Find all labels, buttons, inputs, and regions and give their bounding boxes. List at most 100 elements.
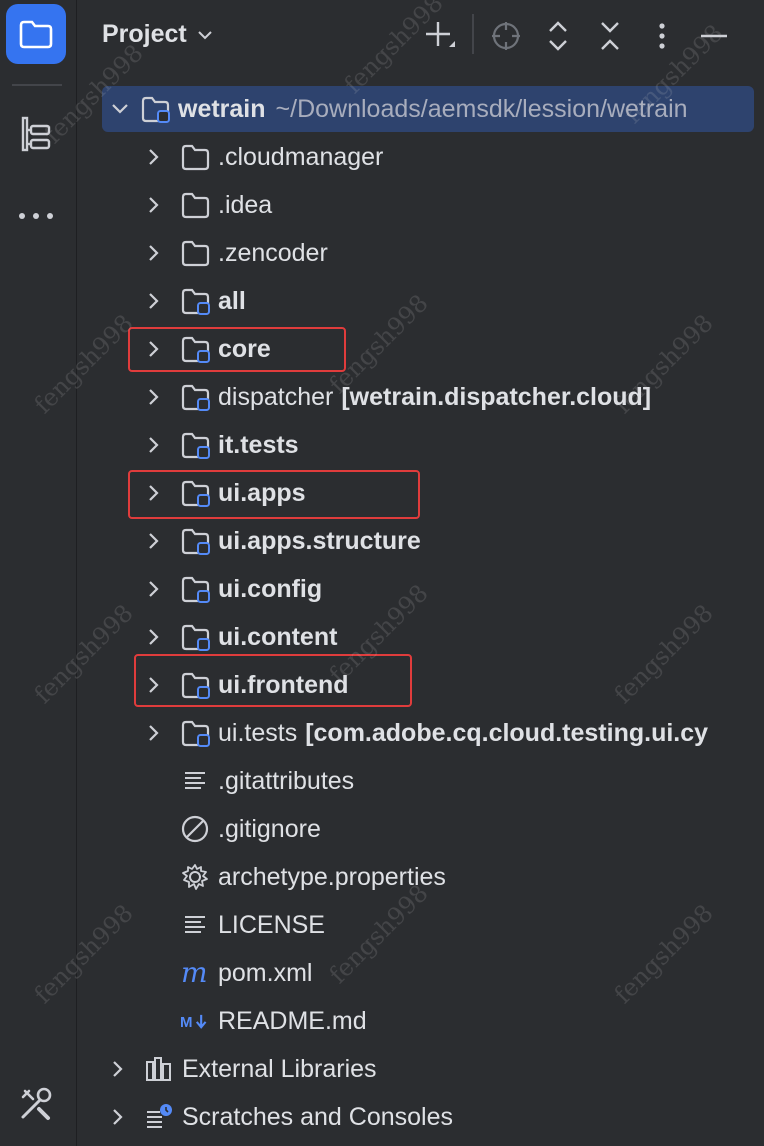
tree-item-archetype-properties[interactable]: archetype.properties xyxy=(78,854,764,900)
expand-toggle[interactable] xyxy=(144,531,164,551)
tree-item-pom-xml[interactable]: m pom.xml xyxy=(78,950,764,996)
tools-button[interactable] xyxy=(6,1074,66,1134)
tree-item-icon xyxy=(180,238,210,268)
chevron-down-icon xyxy=(198,30,212,39)
collapse-all-button[interactable] xyxy=(590,16,630,56)
tree-item-license[interactable]: LICENSE xyxy=(78,902,764,948)
tree-item-idea[interactable]: .idea xyxy=(78,182,764,228)
expand-toggle[interactable] xyxy=(144,435,164,455)
hide-panel-button[interactable] xyxy=(694,16,734,56)
module-folder-icon xyxy=(181,624,210,651)
tree-root-wetrain[interactable]: wetrain ~/Downloads/aemsdk/lession/wetrai… xyxy=(102,86,754,132)
structure-icon xyxy=(21,116,51,152)
module-folder-icon xyxy=(181,720,210,747)
add-icon xyxy=(426,22,455,47)
tree-item-label: ui.apps.structure xyxy=(218,526,421,555)
artifact-id: [wetrain.dispatcher.cloud] xyxy=(341,382,652,411)
tree-item-icon xyxy=(140,94,170,124)
tree-item-dispatcher[interactable]: dispatcher [wetrain.dispatcher.cloud] xyxy=(78,374,764,420)
folder-icon xyxy=(19,20,53,49)
expand-toggle[interactable] xyxy=(110,99,130,119)
chevron-right-icon xyxy=(149,581,159,597)
expand-toggle[interactable] xyxy=(144,723,164,743)
tree-item-it-tests[interactable]: it.tests xyxy=(78,422,764,468)
module-folder-icon xyxy=(181,384,210,411)
tree-item-icon xyxy=(180,142,210,172)
structure-tool-button[interactable] xyxy=(6,104,66,164)
tree-item-label: .zencoder xyxy=(218,238,328,267)
text-file-icon xyxy=(185,916,205,933)
tree-item-icon xyxy=(180,622,210,652)
panel-title: Project xyxy=(102,20,187,48)
tree-item-icon xyxy=(180,910,210,940)
expand-toggle[interactable] xyxy=(144,243,164,263)
rail-separator xyxy=(12,84,62,86)
tree-item-external-libraries[interactable]: External Libraries xyxy=(78,1046,764,1092)
library-icon xyxy=(146,1057,171,1081)
chevron-right-icon xyxy=(149,149,159,165)
tree-item-label: README.md xyxy=(218,1006,367,1035)
expand-toggle[interactable] xyxy=(108,1107,128,1127)
expand-toggle[interactable] xyxy=(144,387,164,407)
expand-toggle[interactable] xyxy=(144,291,164,311)
expand-toggle[interactable] xyxy=(108,1059,128,1079)
chevron-right-icon xyxy=(149,533,159,549)
tree-item-icon xyxy=(144,1102,174,1132)
tree-item-icon xyxy=(180,574,210,604)
more-tools-button[interactable] xyxy=(6,186,66,246)
panel-header: Project xyxy=(78,0,764,70)
tree-item-gitignore[interactable]: .gitignore xyxy=(78,806,764,852)
chevron-down-icon xyxy=(112,104,128,114)
tree-item-icon: m xyxy=(180,958,210,988)
folder-icon xyxy=(181,240,210,267)
tree-item-icon xyxy=(180,718,210,748)
project-tool-button[interactable] xyxy=(6,4,66,64)
chevron-right-icon xyxy=(149,389,159,405)
project-view-selector[interactable]: Project xyxy=(102,20,213,49)
module-folder-icon xyxy=(181,576,210,603)
tree-item-ui-apps-structure[interactable]: ui.apps.structure xyxy=(78,518,764,564)
tree-item-label: .cloudmanager xyxy=(218,142,384,171)
project-panel: Project wetrain ~/Downloads/aemsdk/lessi… xyxy=(78,0,764,1146)
expand-all-button[interactable] xyxy=(538,16,578,56)
tree-item-icon xyxy=(180,526,210,556)
chevron-right-icon xyxy=(149,245,159,261)
tree-item-icon xyxy=(180,862,210,892)
options-icon xyxy=(659,23,665,49)
chevron-right-icon xyxy=(149,197,159,213)
tree-item-label: Scratches and Consoles xyxy=(182,1102,453,1131)
hide-icon xyxy=(701,34,727,38)
add-button[interactable] xyxy=(420,16,460,56)
tree-item-icon xyxy=(180,430,210,460)
expand-toggle[interactable] xyxy=(144,195,164,215)
tree-item-cloudmanager[interactable]: .cloudmanager xyxy=(78,134,764,180)
tree-item-icon xyxy=(180,286,210,316)
tree-item-icon xyxy=(180,382,210,412)
folder-icon xyxy=(181,144,210,171)
tree-item-icon xyxy=(180,766,210,796)
tree-item-label: pom.xml xyxy=(218,958,313,987)
tree-item-readme-md[interactable]: M README.md xyxy=(78,998,764,1044)
module-folder-icon xyxy=(181,288,210,315)
svg-text:m: m xyxy=(181,958,208,988)
tree-item-ui-config[interactable]: ui.config xyxy=(78,566,764,612)
expand-toggle[interactable] xyxy=(144,579,164,599)
expand-toggle[interactable] xyxy=(144,627,164,647)
settings-file-icon xyxy=(182,864,208,890)
markdown-icon: M xyxy=(180,1014,207,1031)
tree-item-all[interactable]: all xyxy=(78,278,764,324)
tree-item-scratches-and-consoles[interactable]: Scratches and Consoles xyxy=(78,1094,764,1140)
tree-item-label: .idea xyxy=(218,190,273,219)
tree-item-icon xyxy=(180,814,210,844)
tree-item-gitattributes[interactable]: .gitattributes xyxy=(78,758,764,804)
tree-item-ui-tests[interactable]: ui.tests [com.adobe.cq.cloud.testing.ui.c… xyxy=(78,710,764,756)
options-button[interactable] xyxy=(642,16,682,56)
tree-item-zencoder[interactable]: .zencoder xyxy=(78,230,764,276)
ignore-file-icon xyxy=(181,815,209,843)
locate-icon xyxy=(492,22,520,50)
locate-button[interactable] xyxy=(486,16,526,56)
tree-item-label: dispatcher xyxy=(218,382,334,411)
expand-toggle[interactable] xyxy=(144,147,164,167)
collapse-all-icon xyxy=(601,22,619,50)
more-icon xyxy=(19,213,53,219)
